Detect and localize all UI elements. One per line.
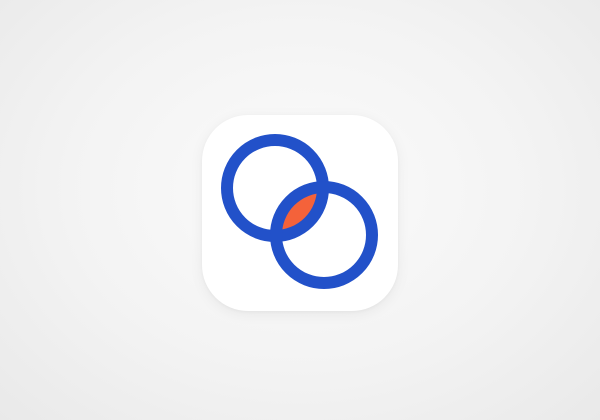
overlapping-rings-logo-icon bbox=[221, 134, 378, 289]
app-icon[interactable] bbox=[202, 115, 398, 311]
desktop-background: { "app_icon": { "icon": "overlapping-rin… bbox=[0, 0, 600, 420]
